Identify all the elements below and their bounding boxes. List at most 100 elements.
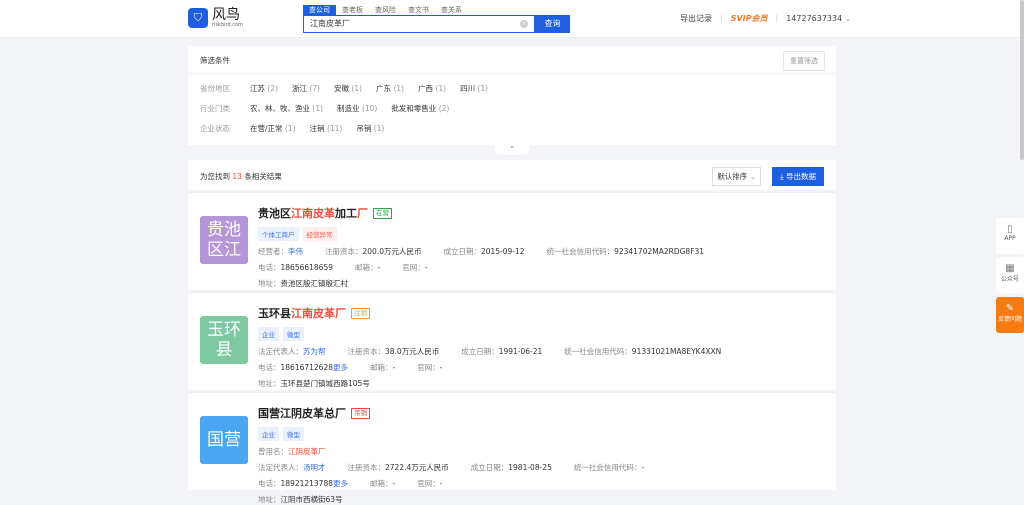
company-name[interactable]: 贵池区 江南皮革 加工厂在营 [258, 205, 726, 221]
info-field: 法定代表人：苏为帮 [258, 346, 326, 357]
field-value: - [377, 263, 381, 272]
more-link[interactable]: 更多 [333, 479, 348, 488]
field-value: 200.0万元人民币 [362, 247, 422, 256]
option-count: (2) [267, 83, 279, 93]
top-header: ⛉ 风鸟 riskbird.com 查公司 查老板 查风险 查文书 查关系 江南皮… [0, 0, 1024, 38]
filter-option[interactable]: 批发和零售业 (2) [391, 103, 449, 114]
filter-option[interactable]: 浙江 (7) [292, 83, 320, 94]
field-value[interactable]: 汤明才 [303, 463, 326, 472]
field-label: 统一社会信用代码： [546, 247, 615, 256]
filter-option[interactable]: 江苏 (2) [250, 83, 278, 94]
field-value: - [392, 479, 396, 488]
option-name: 在营/正常 [250, 123, 283, 133]
tag-list: 企业 微型 [258, 427, 666, 441]
tab-company[interactable]: 查公司 [303, 5, 336, 15]
filter-label: 省份地区 [200, 83, 230, 93]
phone-icon: ▯ [1007, 224, 1013, 235]
wechat-button[interactable]: ▦ 公众号 [996, 257, 1024, 293]
svip-link[interactable]: SVIP会员 [731, 13, 768, 24]
field-value[interactable]: 苏为帮 [303, 347, 326, 356]
results-header: 为您找到 13 条相关结果 默认排序 ⌄ ⤓ 导出数据 [188, 160, 836, 190]
info-line: 地址：贵池区殷汇镇殷汇村 [258, 278, 726, 289]
filter-option[interactable]: 农、林、牧、渔业 (1) [250, 103, 323, 114]
name-part: 国营江阴皮革总厂 [258, 407, 346, 420]
info-field: 注册资本：38.0万元人民币 [348, 346, 440, 357]
option-count: (1) [477, 83, 489, 93]
info-line: 电话：18921213788更多 邮箱：- 官网：- [258, 478, 666, 489]
logo[interactable]: ⛉ 风鸟 riskbird.com [188, 8, 243, 28]
info-field: 邮箱：- [370, 478, 395, 489]
collapse-filter-button[interactable]: ⌃ [494, 145, 530, 155]
search-tabs: 查公司 查老板 查风险 查文书 查关系 [303, 5, 468, 15]
filter-label: 企业状态 [200, 123, 230, 133]
company-card[interactable]: 国营 国营江阴皮革总厂 吊销 企业 微型 曾用名：江阴皮革厂 法定代表人：汤明才 注册资本：2… [188, 392, 836, 504]
filter-option[interactable]: 广西 (1) [418, 83, 446, 94]
name-part: 贵池区 [258, 207, 291, 220]
more-link[interactable]: 更多 [333, 363, 348, 372]
field-value: 1991-06-21 [498, 347, 543, 356]
search-value: 江南皮革厂 [310, 19, 350, 28]
company-name[interactable]: 玉环县 江南皮革厂 注销 [258, 305, 743, 321]
info-line: 法定代表人：汤明才 注册资本：2722.4万元人民币 成立日期：1981-08-25… [258, 462, 666, 473]
clear-icon[interactable]: × [520, 20, 528, 28]
sort-value: 默认排序 [717, 172, 748, 181]
export-label: 导出数据 [786, 172, 816, 181]
info-field: 成立日期：1991-06-21 [461, 346, 542, 357]
tab-relations[interactable]: 查关系 [435, 5, 468, 15]
company-card[interactable]: 玉环县 玉环县 江南皮革厂 注销 企业 微型 法定代表人：苏为帮 注册资本：38.0万元人民币… [188, 292, 836, 390]
tag: 微型 [283, 427, 304, 441]
option-name: 广西 [418, 83, 434, 93]
filter-option[interactable]: 安徽 (1) [334, 83, 362, 94]
filter-option[interactable]: 广东 (1) [376, 83, 404, 94]
info-field: 邮箱：- [355, 262, 380, 273]
option-name: 吊销 [356, 123, 372, 133]
filter-option[interactable]: 在营/正常 (1) [250, 123, 296, 134]
name-part: 江南皮革 [291, 207, 335, 220]
field-value: - [424, 263, 428, 272]
info-line: 电话：18616712628更多 邮箱：- 官网：- [258, 362, 743, 373]
company-card[interactable]: 贵池区江 贵池区 江南皮革 加工厂在营 个体工商户 经营异常 经营者：李伟 注册资本：200.… [188, 192, 836, 290]
logo-url: riskbird.com [212, 22, 243, 28]
filter-panel: 筛选条件 重置筛选 省份地区 江苏 (2) 浙江 (7) 安徽 (1) 广东 (1) 广西… [188, 46, 836, 145]
info-field: 电话：18656618659 [258, 262, 333, 273]
app-button[interactable]: ▯ APP [996, 218, 1024, 254]
filter-option[interactable]: 注销 (11) [310, 123, 343, 134]
tab-risk[interactable]: 查风险 [369, 5, 402, 15]
tag: 个体工商户 [258, 227, 299, 241]
company-name[interactable]: 国营江阴皮革总厂 吊销 [258, 405, 666, 421]
field-value: 18921213788 [280, 479, 334, 488]
account-menu[interactable]: 14727637334 ⌄ [786, 14, 851, 23]
info-field: 地址：江阴市西横街63号 [258, 494, 343, 505]
option-name: 浙江 [292, 83, 308, 93]
option-count: (1) [312, 103, 324, 113]
field-value: 江阴市西横街63号 [280, 495, 343, 504]
tab-boss[interactable]: 查老板 [336, 5, 369, 15]
name-part: 加工 [335, 207, 357, 220]
filter-option[interactable]: 吊销 (1) [356, 123, 384, 134]
sort-select[interactable]: 默认排序 ⌄ [712, 167, 761, 186]
filter-option[interactable]: 四川 (1) [460, 83, 488, 94]
export-data-button[interactable]: ⤓ 导出数据 [772, 167, 824, 186]
feedback-button[interactable]: ✎ 反馈问题 [996, 297, 1024, 333]
field-label: 邮箱： [370, 363, 393, 372]
search-button[interactable]: 查询 [535, 15, 570, 33]
scrollbar[interactable] [1020, 0, 1024, 160]
tag: 企业 [258, 327, 279, 341]
export-records-link[interactable]: 导出记录 [680, 13, 712, 24]
field-label: 官网： [402, 263, 425, 272]
field-value[interactable]: 李伟 [288, 247, 303, 256]
tab-documents[interactable]: 查文书 [402, 5, 435, 15]
filter-option[interactable]: 制造业 (10) [337, 103, 377, 114]
info-field: 注册资本：2722.4万元人民币 [348, 462, 449, 473]
info-field: 统一社会信用代码：92341702MA2RDG8F31 [547, 246, 704, 257]
field-value[interactable]: 江阴皮革厂 [288, 447, 326, 456]
tag: 企业 [258, 427, 279, 441]
option-name: 批发和零售业 [391, 103, 437, 113]
info-line: 地址：江阴市西横街63号 [258, 494, 666, 505]
status-badge: 注销 [351, 307, 370, 319]
field-value: 1981-08-25 [508, 463, 552, 472]
option-count: (1) [435, 83, 447, 93]
search-input[interactable]: 江南皮革厂 × [303, 15, 535, 33]
reset-filter-button[interactable]: 重置筛选 [783, 51, 825, 71]
feedback-icon: ✎ [1005, 303, 1015, 314]
